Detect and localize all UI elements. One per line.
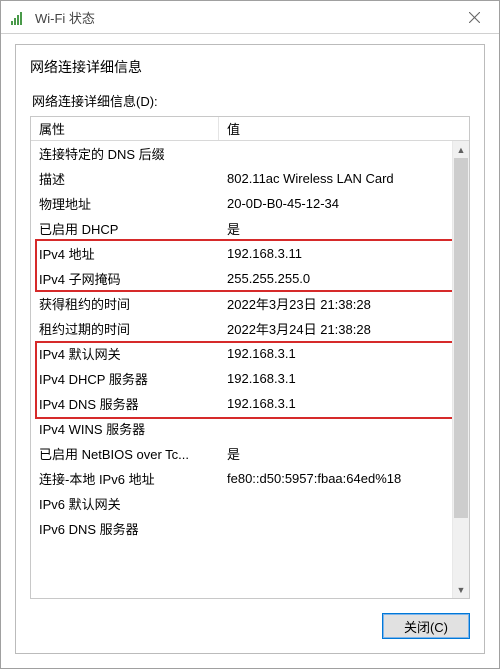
table-row[interactable]: 获得租约的时间2022年3月23日 21:38:28 xyxy=(31,291,469,316)
cell-value: 是 xyxy=(219,444,469,463)
titlebar: Wi-Fi 状态 xyxy=(1,1,499,34)
cell-property: 连接特定的 DNS 后缀 xyxy=(31,144,219,163)
table-row[interactable]: IPv4 地址192.168.3.11 xyxy=(31,241,469,266)
table-row[interactable]: IPv4 WINS 服务器 xyxy=(31,416,469,441)
column-header-property[interactable]: 属性 xyxy=(31,117,219,140)
cell-property: IPv6 DNS 服务器 xyxy=(31,519,219,538)
table-row[interactable]: IPv4 DNS 服务器192.168.3.1 xyxy=(31,391,469,416)
table-body: 连接特定的 DNS 后缀描述802.11ac Wireless LAN Card… xyxy=(31,141,469,598)
table-row[interactable]: IPv6 默认网关 xyxy=(31,491,469,516)
table-row[interactable]: IPv4 默认网关192.168.3.1 xyxy=(31,341,469,366)
cell-value: fe80::d50:5957:fbaa:64ed%18 xyxy=(219,471,469,486)
dialog-button-row: 关闭(C) xyxy=(16,599,484,653)
table-header: 属性 值 xyxy=(31,117,469,141)
table-row[interactable]: 物理地址20-0D-B0-45-12-34 xyxy=(31,191,469,216)
cell-value: 255.255.255.0 xyxy=(219,271,469,286)
cell-property: 描述 xyxy=(31,169,219,188)
cell-property: IPv6 默认网关 xyxy=(31,494,219,513)
cell-property: 获得租约的时间 xyxy=(31,294,219,313)
column-header-value[interactable]: 值 xyxy=(219,117,469,140)
cell-value: 2022年3月23日 21:38:28 xyxy=(219,294,469,313)
table-row[interactable]: 描述802.11ac Wireless LAN Card xyxy=(31,166,469,191)
close-icon xyxy=(469,12,480,23)
cell-value: 20-0D-B0-45-12-34 xyxy=(219,196,469,211)
cell-value: 2022年3月24日 21:38:28 xyxy=(219,319,469,338)
cell-property: IPv4 DNS 服务器 xyxy=(31,394,219,413)
cell-property: IPv4 子网掩码 xyxy=(31,269,219,288)
cell-value: 192.168.3.1 xyxy=(219,396,469,411)
table-row[interactable]: 已启用 DHCP是 xyxy=(31,216,469,241)
window-title: Wi-Fi 状态 xyxy=(35,8,452,27)
details-table: 属性 值 连接特定的 DNS 后缀描述802.11ac Wireless LAN… xyxy=(30,116,470,599)
cell-value: 是 xyxy=(219,219,469,238)
cell-value: 192.168.3.1 xyxy=(219,371,469,386)
table-row[interactable]: 连接特定的 DNS 后缀 xyxy=(31,141,469,166)
cell-property: 已启用 NetBIOS over Tc... xyxy=(31,444,219,463)
close-button[interactable]: 关闭(C) xyxy=(382,613,470,639)
wifi-signal-icon xyxy=(11,9,27,25)
cell-value: 192.168.3.1 xyxy=(219,346,469,361)
table-row[interactable]: 连接-本地 IPv6 地址fe80::d50:5957:fbaa:64ed%18 xyxy=(31,466,469,491)
vertical-scrollbar[interactable]: ▲ ▼ xyxy=(452,141,469,598)
cell-property: 已启用 DHCP xyxy=(31,219,219,238)
section-label: 网络连接详细信息(D): xyxy=(16,85,484,116)
scroll-track[interactable] xyxy=(453,158,469,581)
scroll-thumb[interactable] xyxy=(454,158,468,518)
cell-property: IPv4 WINS 服务器 xyxy=(31,419,219,438)
cell-value: 192.168.3.11 xyxy=(219,246,469,261)
table-row[interactable]: IPv6 DNS 服务器 xyxy=(31,516,469,541)
scroll-down-arrow[interactable]: ▼ xyxy=(453,581,469,598)
window-close-button[interactable] xyxy=(452,2,497,32)
cell-property: 租约过期的时间 xyxy=(31,319,219,338)
table-row[interactable]: IPv4 DHCP 服务器192.168.3.1 xyxy=(31,366,469,391)
dialog-title: 网络连接详细信息 xyxy=(16,57,484,85)
cell-property: IPv4 DHCP 服务器 xyxy=(31,369,219,388)
scroll-up-arrow[interactable]: ▲ xyxy=(453,141,469,158)
wifi-status-window: Wi-Fi 状态 网络连接详细信息 网络连接详细信息(D): 属性 值 连接特定… xyxy=(0,0,500,669)
network-details-dialog: 网络连接详细信息 网络连接详细信息(D): 属性 值 连接特定的 DNS 后缀描… xyxy=(15,44,485,654)
cell-value: 802.11ac Wireless LAN Card xyxy=(219,171,469,186)
cell-property: 连接-本地 IPv6 地址 xyxy=(31,469,219,488)
cell-property: 物理地址 xyxy=(31,194,219,213)
table-row[interactable]: IPv4 子网掩码255.255.255.0 xyxy=(31,266,469,291)
cell-property: IPv4 地址 xyxy=(31,244,219,263)
table-row[interactable]: 已启用 NetBIOS over Tc...是 xyxy=(31,441,469,466)
table-row[interactable]: 租约过期的时间2022年3月24日 21:38:28 xyxy=(31,316,469,341)
cell-property: IPv4 默认网关 xyxy=(31,344,219,363)
